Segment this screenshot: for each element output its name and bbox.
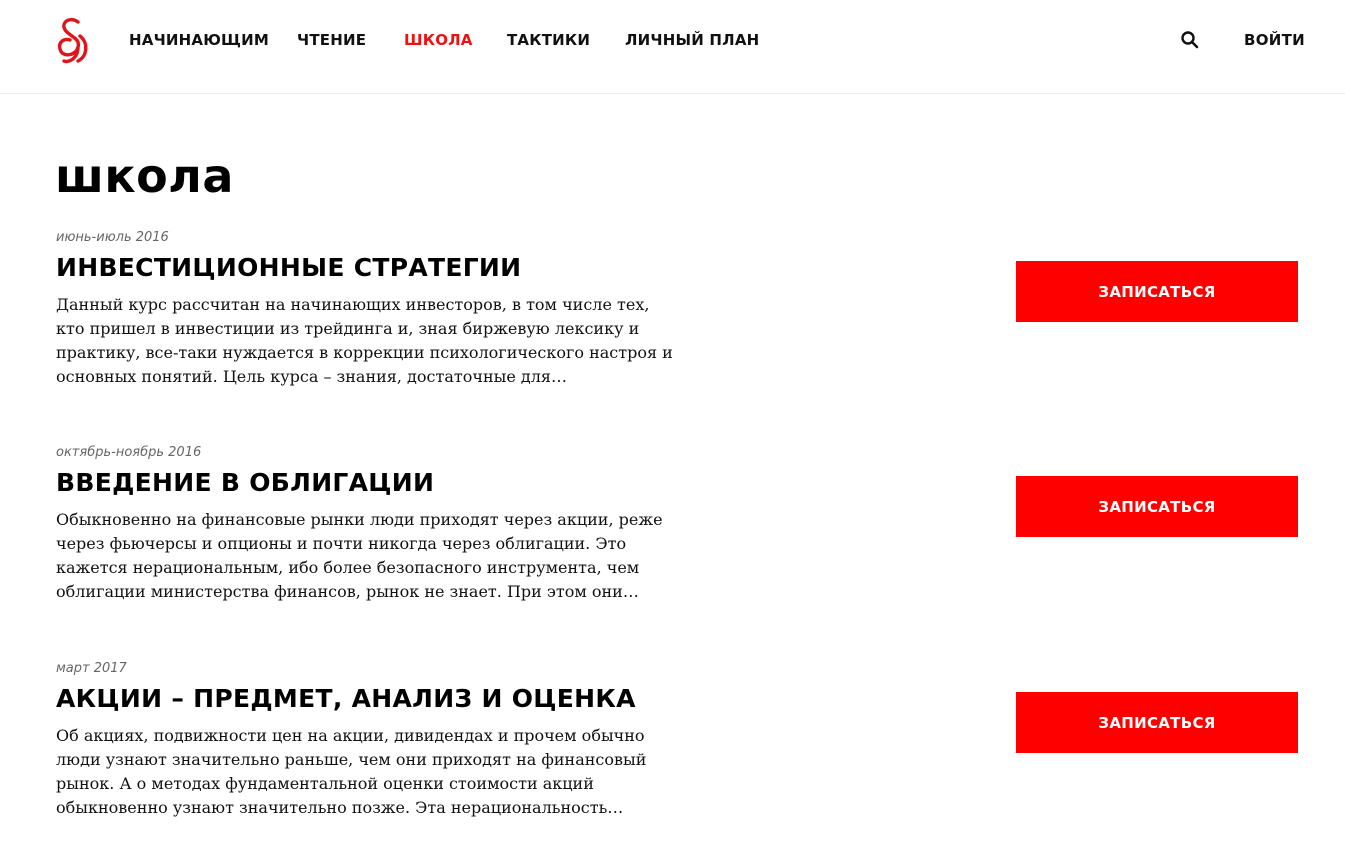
course-date: июнь-июль 2016: [56, 230, 169, 245]
login-link[interactable]: ВОЙТИ: [1244, 30, 1305, 50]
course-item: март 2017 АКЦИИ – ПРЕДМЕТ, АНАЛИЗ И ОЦЕН…: [0, 660, 1345, 845]
course-description: Обыкновенно на финансовые рынки люди при…: [56, 510, 663, 601]
nav-item-tactics[interactable]: ТАКТИКИ: [507, 30, 590, 50]
course-description: Данный курс рассчитан на начинающих инве…: [56, 295, 673, 386]
nav-item-reading[interactable]: ЧТЕНИЕ: [297, 30, 366, 50]
enroll-button[interactable]: ЗАПИСАТЬСЯ: [1016, 476, 1298, 537]
course-date: октябрь-ноябрь 2016: [56, 445, 202, 460]
course-title[interactable]: ВВЕДЕНИЕ В ОБЛИГАЦИИ: [56, 466, 434, 500]
site-header: НАЧИНАЮЩИМ ЧТЕНИЕ ШКОЛА ТАКТИКИ ЛИЧНЫЙ П…: [0, 0, 1345, 94]
nav-item-school[interactable]: ШКОЛА: [404, 30, 473, 50]
main-nav: НАЧИНАЮЩИМ ЧТЕНИЕ ШКОЛА ТАКТИКИ ЛИЧНЫЙ П…: [0, 0, 1345, 80]
page-title: школа: [55, 149, 234, 203]
course-date: март 2017: [56, 661, 127, 676]
course-title[interactable]: ИНВЕСТИЦИОННЫЕ СТРАТЕГИИ: [56, 251, 521, 285]
course-description: Об акциях, подвижности цен на акции, див…: [56, 726, 647, 817]
enroll-button[interactable]: ЗАПИСАТЬСЯ: [1016, 261, 1298, 322]
course-item: июнь-июль 2016 ИНВЕСТИЦИОННЫЕ СТРАТЕГИИ …: [0, 229, 1345, 429]
course-item: октябрь-ноябрь 2016 ВВЕДЕНИЕ В ОБЛИГАЦИИ…: [0, 444, 1345, 644]
nav-item-personal-plan[interactable]: ЛИЧНЫЙ ПЛАН: [625, 30, 759, 50]
search-icon[interactable]: [1180, 30, 1200, 50]
course-title[interactable]: АКЦИИ – ПРЕДМЕТ, АНАЛИЗ И ОЦЕНКА: [56, 682, 636, 716]
enroll-button[interactable]: ЗАПИСАТЬСЯ: [1016, 692, 1298, 753]
nav-item-beginners[interactable]: НАЧИНАЮЩИМ: [129, 30, 269, 50]
